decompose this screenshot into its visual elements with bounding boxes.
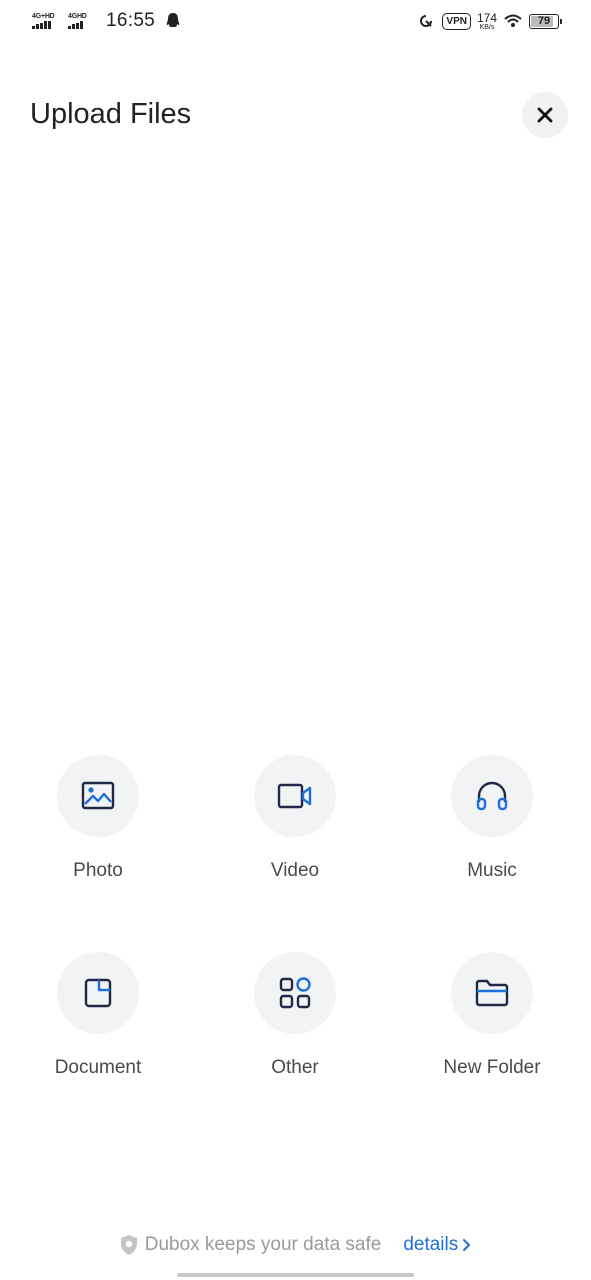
option-circle — [254, 755, 336, 837]
folder-icon — [475, 979, 509, 1007]
headphones-icon — [476, 781, 508, 811]
speed-unit: KB/s — [479, 23, 495, 31]
option-new-folder[interactable]: New Folder — [412, 952, 572, 1079]
signal-bars-icon — [32, 21, 51, 29]
speed-value: 174 — [476, 10, 497, 25]
sim1-label: 4G+HD — [32, 13, 55, 20]
option-label: Video — [270, 860, 320, 881]
close-button[interactable] — [522, 92, 568, 138]
document-icon — [84, 978, 112, 1008]
option-label: Document — [54, 1057, 142, 1078]
status-left: 4G+HD 4GHD 16:55 — [32, 10, 180, 32]
vpn-badge: VPN — [442, 12, 471, 30]
page-title: Upload Files — [30, 98, 192, 130]
wifi-icon — [504, 14, 522, 27]
close-icon — [537, 107, 553, 123]
details-label: details — [403, 1234, 459, 1255]
sim2-signal: 4GHD — [68, 13, 98, 29]
details-link[interactable]: details — [403, 1234, 472, 1256]
option-circle — [57, 755, 139, 837]
option-label: Other — [271, 1057, 319, 1078]
safety-text: Dubox keeps your data safe — [144, 1234, 382, 1255]
signal-bars-icon — [68, 21, 83, 29]
option-circle — [254, 952, 336, 1034]
sync-icon — [420, 15, 433, 27]
home-indicator[interactable] — [177, 1273, 414, 1277]
option-label: Music — [467, 860, 517, 881]
network-speed: 174 KB/s — [477, 12, 497, 31]
battery-icon: 79 — [529, 13, 562, 29]
status-bar: 4G+HD 4GHD 16:55 VPN 174 KB/s 79 — [0, 0, 591, 46]
qq-penguin-icon — [166, 13, 180, 27]
option-label: New Folder — [443, 1057, 541, 1078]
option-photo[interactable]: Photo — [18, 755, 178, 882]
option-music[interactable]: Music — [412, 755, 572, 882]
safety-footer: Dubox keeps your data safe details — [0, 1234, 591, 1256]
chevron-right-icon — [463, 1239, 471, 1251]
apps-grid-icon — [279, 977, 311, 1009]
option-video[interactable]: Video — [215, 755, 375, 882]
image-icon — [81, 781, 115, 810]
sim2-label: 4GHD — [68, 13, 87, 20]
option-circle — [451, 755, 533, 837]
option-circle — [57, 952, 139, 1034]
option-label: Photo — [73, 860, 123, 881]
status-time: 16:55 — [106, 10, 156, 31]
option-circle — [451, 952, 533, 1034]
sim1-signal: 4G+HD — [32, 13, 62, 29]
status-right: VPN 174 KB/s 79 — [416, 11, 562, 31]
battery-level: 79 — [537, 15, 551, 27]
option-document[interactable]: Document — [18, 952, 178, 1079]
shield-icon — [120, 1235, 137, 1255]
option-other[interactable]: Other — [215, 952, 375, 1079]
video-camera-icon — [277, 783, 312, 809]
